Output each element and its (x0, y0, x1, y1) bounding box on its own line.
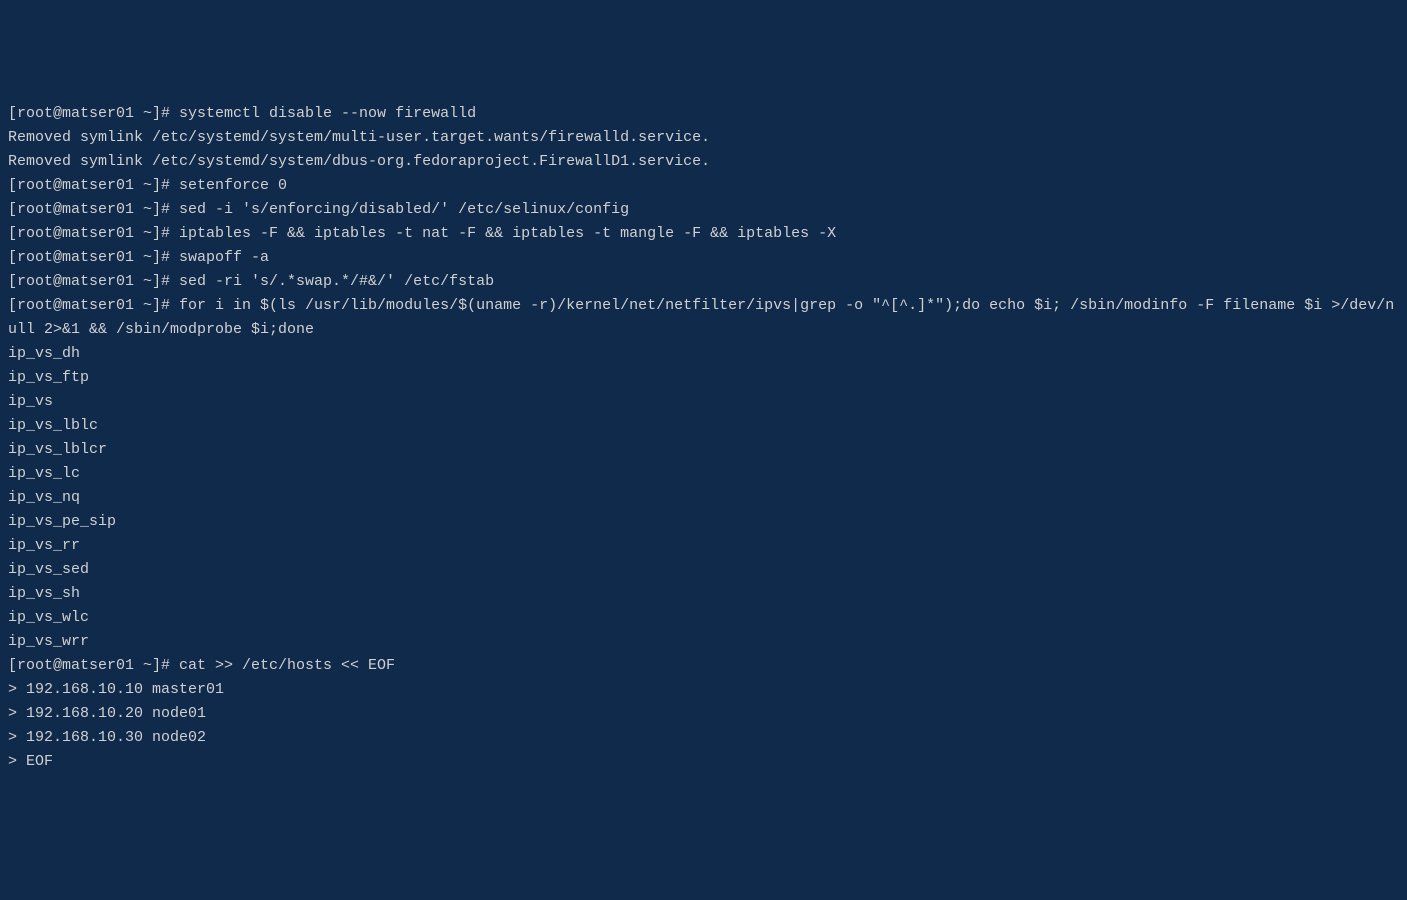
output-line: ip_vs_pe_sip (8, 510, 1399, 534)
output-line: Removed symlink /etc/systemd/system/mult… (8, 126, 1399, 150)
output-line: ip_vs_sh (8, 582, 1399, 606)
output-line: ip_vs_lblc (8, 414, 1399, 438)
command-line: [root@matser01 ~]# setenforce 0 (8, 174, 1399, 198)
terminal-output[interactable]: [root@matser01 ~]# systemctl disable --n… (8, 102, 1399, 774)
command-line: [root@matser01 ~]# systemctl disable --n… (8, 102, 1399, 126)
output-line: ip_vs_ftp (8, 366, 1399, 390)
output-line: ip_vs_sed (8, 558, 1399, 582)
output-line: ip_vs_dh (8, 342, 1399, 366)
output-line: ip_vs_nq (8, 486, 1399, 510)
command-line: [root@matser01 ~]# cat >> /etc/hosts << … (8, 654, 1399, 678)
continuation-line: > 192.168.10.30 node02 (8, 726, 1399, 750)
output-line: ip_vs_lblcr (8, 438, 1399, 462)
output-line: Removed symlink /etc/systemd/system/dbus… (8, 150, 1399, 174)
command-line: [root@matser01 ~]# sed -i 's/enforcing/d… (8, 198, 1399, 222)
command-line: [root@matser01 ~]# swapoff -a (8, 246, 1399, 270)
output-line: ip_vs_wlc (8, 606, 1399, 630)
output-line: ip_vs (8, 390, 1399, 414)
command-line: [root@matser01 ~]# sed -ri 's/.*swap.*/#… (8, 270, 1399, 294)
output-line: ip_vs_lc (8, 462, 1399, 486)
command-line: [root@matser01 ~]# for i in $(ls /usr/li… (8, 294, 1399, 342)
command-line: [root@matser01 ~]# iptables -F && iptabl… (8, 222, 1399, 246)
continuation-line: > EOF (8, 750, 1399, 774)
continuation-line: > 192.168.10.10 master01 (8, 678, 1399, 702)
output-line: ip_vs_rr (8, 534, 1399, 558)
continuation-line: > 192.168.10.20 node01 (8, 702, 1399, 726)
output-line: ip_vs_wrr (8, 630, 1399, 654)
